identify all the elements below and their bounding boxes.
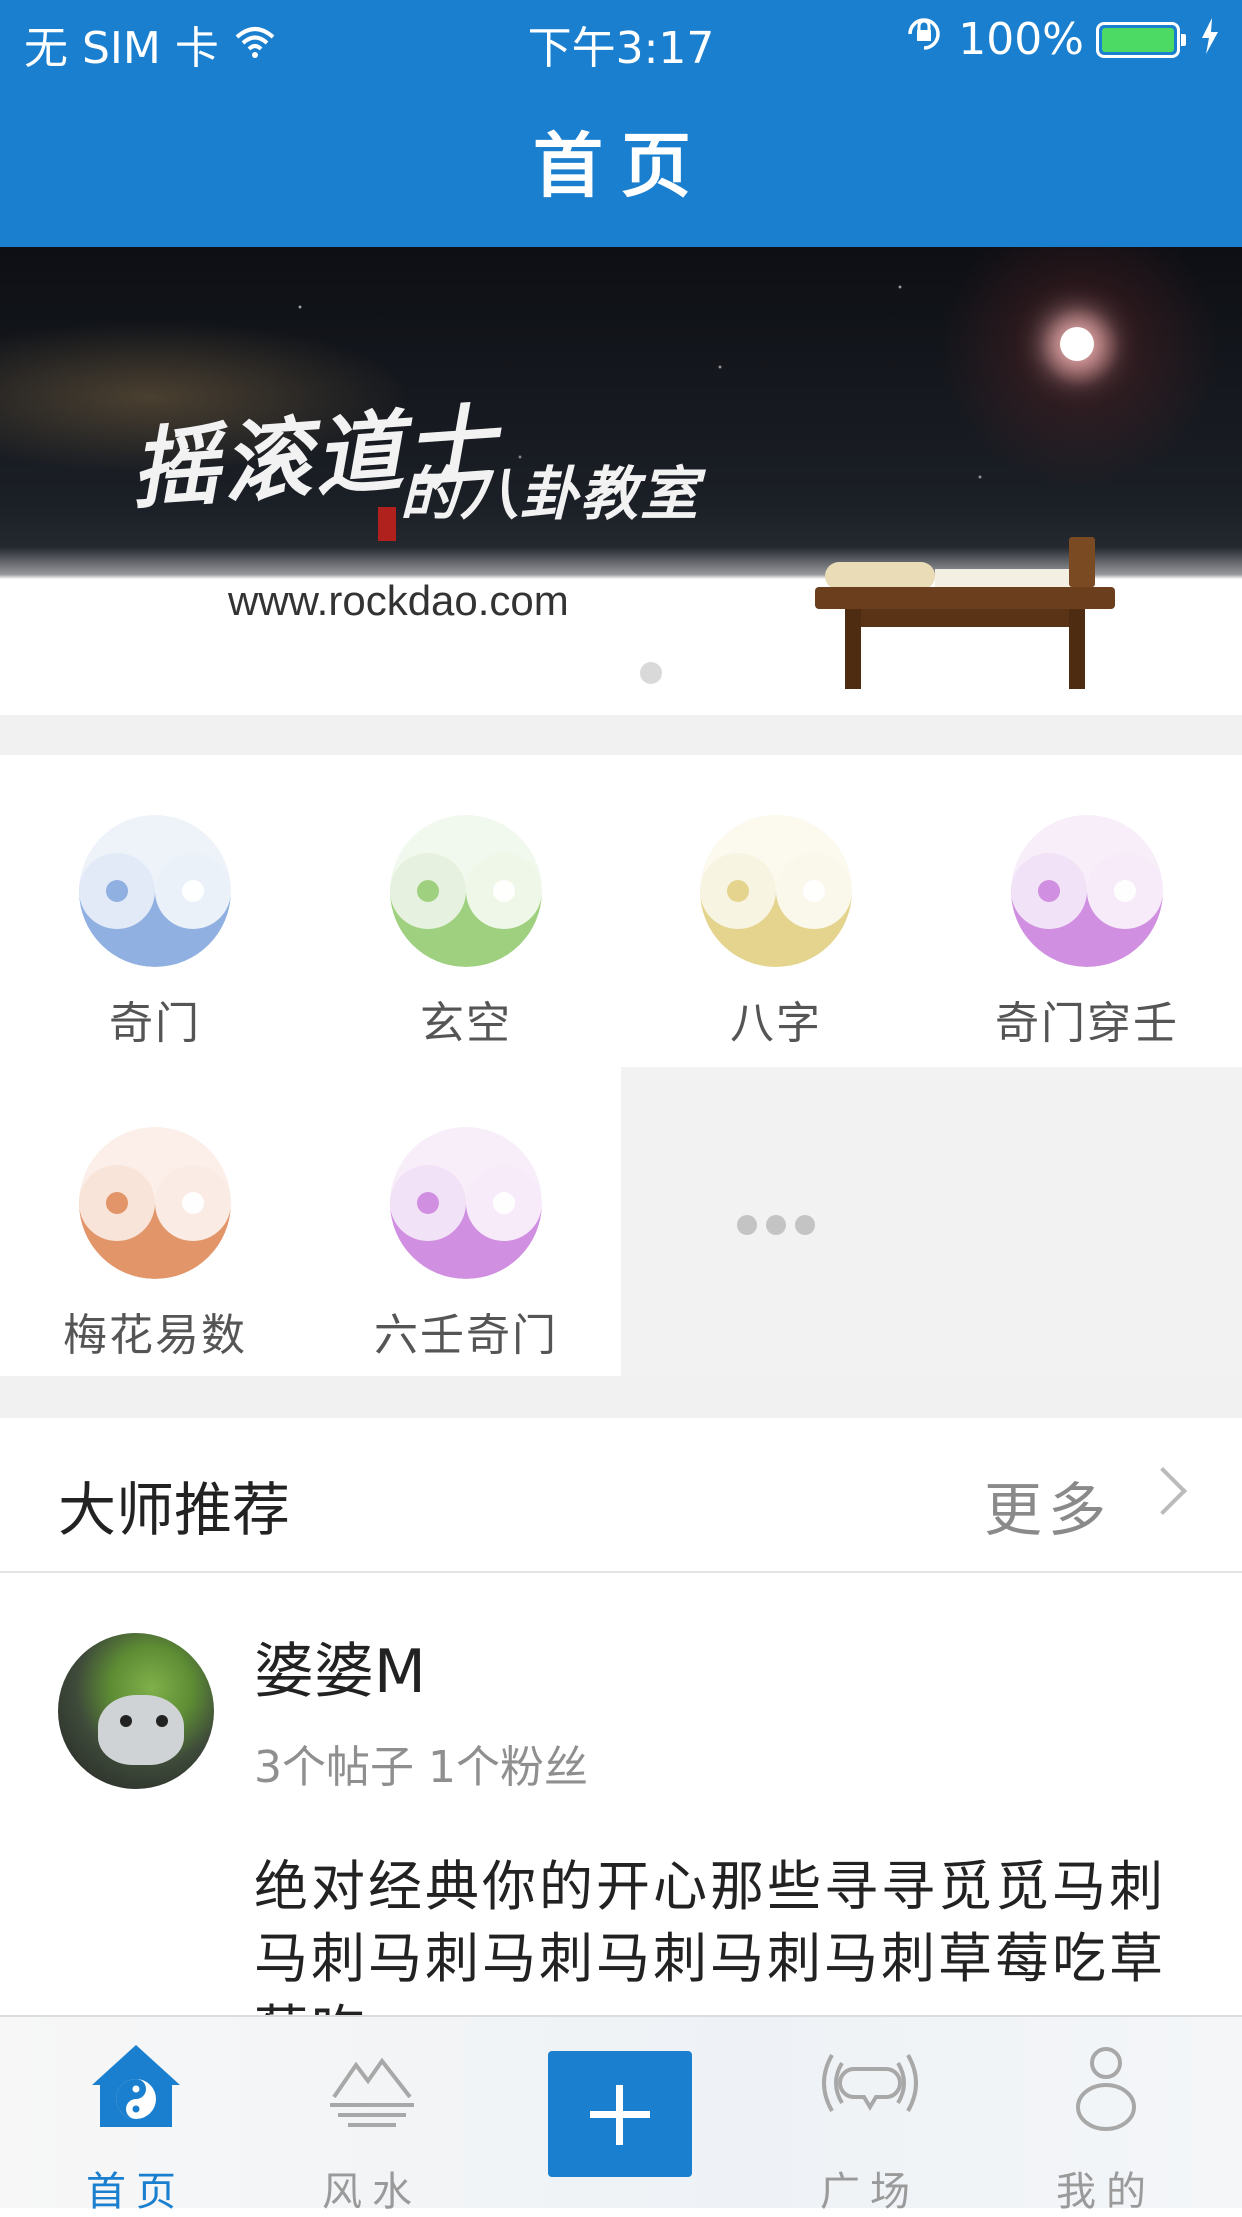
star-glow (1060, 327, 1094, 361)
tab-label: 首页 (86, 2169, 186, 2215)
category-label: 奇门穿壬 (995, 998, 1179, 1049)
rotation-lock-icon (902, 12, 946, 67)
yinyang-icon (390, 815, 542, 967)
banner-carousel[interactable]: 摇滚道士 的八卦教室 www.rockdao.com (0, 247, 1242, 715)
desk-illustration (815, 517, 1115, 689)
category-item[interactable]: 奇门 (0, 755, 310, 1065)
category-label: 八字 (730, 998, 822, 1049)
battery-icon (1096, 21, 1186, 58)
category-label: 六壬奇门 (374, 1310, 558, 1361)
home-yinyang-icon (92, 2045, 180, 2127)
tab-label: 风水 (322, 2169, 422, 2215)
yinyang-icon (700, 815, 852, 967)
category-label: 梅花易数 (63, 1310, 247, 1361)
category-label: 玄空 (420, 998, 512, 1049)
yinyang-icon (390, 1127, 542, 1279)
category-item[interactable]: 玄空 (311, 755, 621, 1065)
tab-profile[interactable]: 我的 (1006, 2017, 1206, 2215)
tab-square[interactable]: 广场 (770, 2017, 970, 2215)
top-bar: 无 SIM 卡 下午3:17 100% 首页 (0, 0, 1242, 247)
person-icon (1076, 2047, 1136, 2131)
add-post-button[interactable] (548, 2051, 692, 2177)
battery-percent: 100% (958, 14, 1084, 65)
status-bar: 无 SIM 卡 下午3:17 100% (0, 0, 1242, 80)
banner-subheadline: 的八卦教室 (400, 460, 701, 528)
divider (0, 715, 1242, 755)
charging-bolt-icon (1200, 14, 1220, 65)
category-label: 奇门 (109, 998, 201, 1049)
tab-label: 我的 (1056, 2169, 1156, 2215)
tab-home[interactable]: 首页 (36, 2017, 236, 2215)
masters-section-header: 大师推荐 更多 (0, 1418, 1242, 1573)
master-card[interactable]: 婆婆M 3个帖子 1个粉丝 绝对经典你的开心那些寻寻觅觅马刺马刺马刺马刺马刺马刺… (0, 1573, 1242, 2062)
avatar[interactable] (58, 1633, 214, 1789)
master-stats: 3个帖子 1个粉丝 (254, 1742, 588, 1793)
page-title: 首页 (533, 125, 709, 207)
mountain-water-icon (330, 2057, 414, 2127)
category-item[interactable]: 奇门穿壬 (932, 755, 1242, 1065)
more-categories-cell[interactable] (621, 1067, 1242, 1376)
category-item[interactable]: 梅花易数 (0, 1067, 310, 1377)
yinyang-icon (1011, 815, 1163, 967)
ellipsis-icon (737, 1215, 815, 1235)
chevron-right-icon[interactable] (1138, 1466, 1188, 1516)
category-item[interactable]: 八字 (621, 755, 931, 1065)
divider (0, 1376, 1242, 1418)
tab-fengshui[interactable]: 风水 (272, 2017, 472, 2215)
seal-stamp (378, 507, 396, 541)
more-link[interactable]: 更多 (984, 1463, 1112, 1547)
yinyang-icon (79, 815, 231, 967)
master-name: 婆婆M (254, 1637, 426, 1707)
yinyang-icon (79, 1127, 231, 1279)
broadcast-icon (822, 2054, 918, 2112)
section-title: 大师推荐 (58, 1476, 291, 1544)
tab-bar: 首页 风水 广场 我的 (0, 2015, 1242, 2215)
plus-icon (616, 2085, 623, 2145)
category-item[interactable]: 六壬奇门 (311, 1067, 621, 1377)
banner-url: www.rockdao.com (228, 577, 569, 624)
tab-label: 广场 (820, 2169, 920, 2215)
carousel-page-dot[interactable] (640, 662, 662, 684)
